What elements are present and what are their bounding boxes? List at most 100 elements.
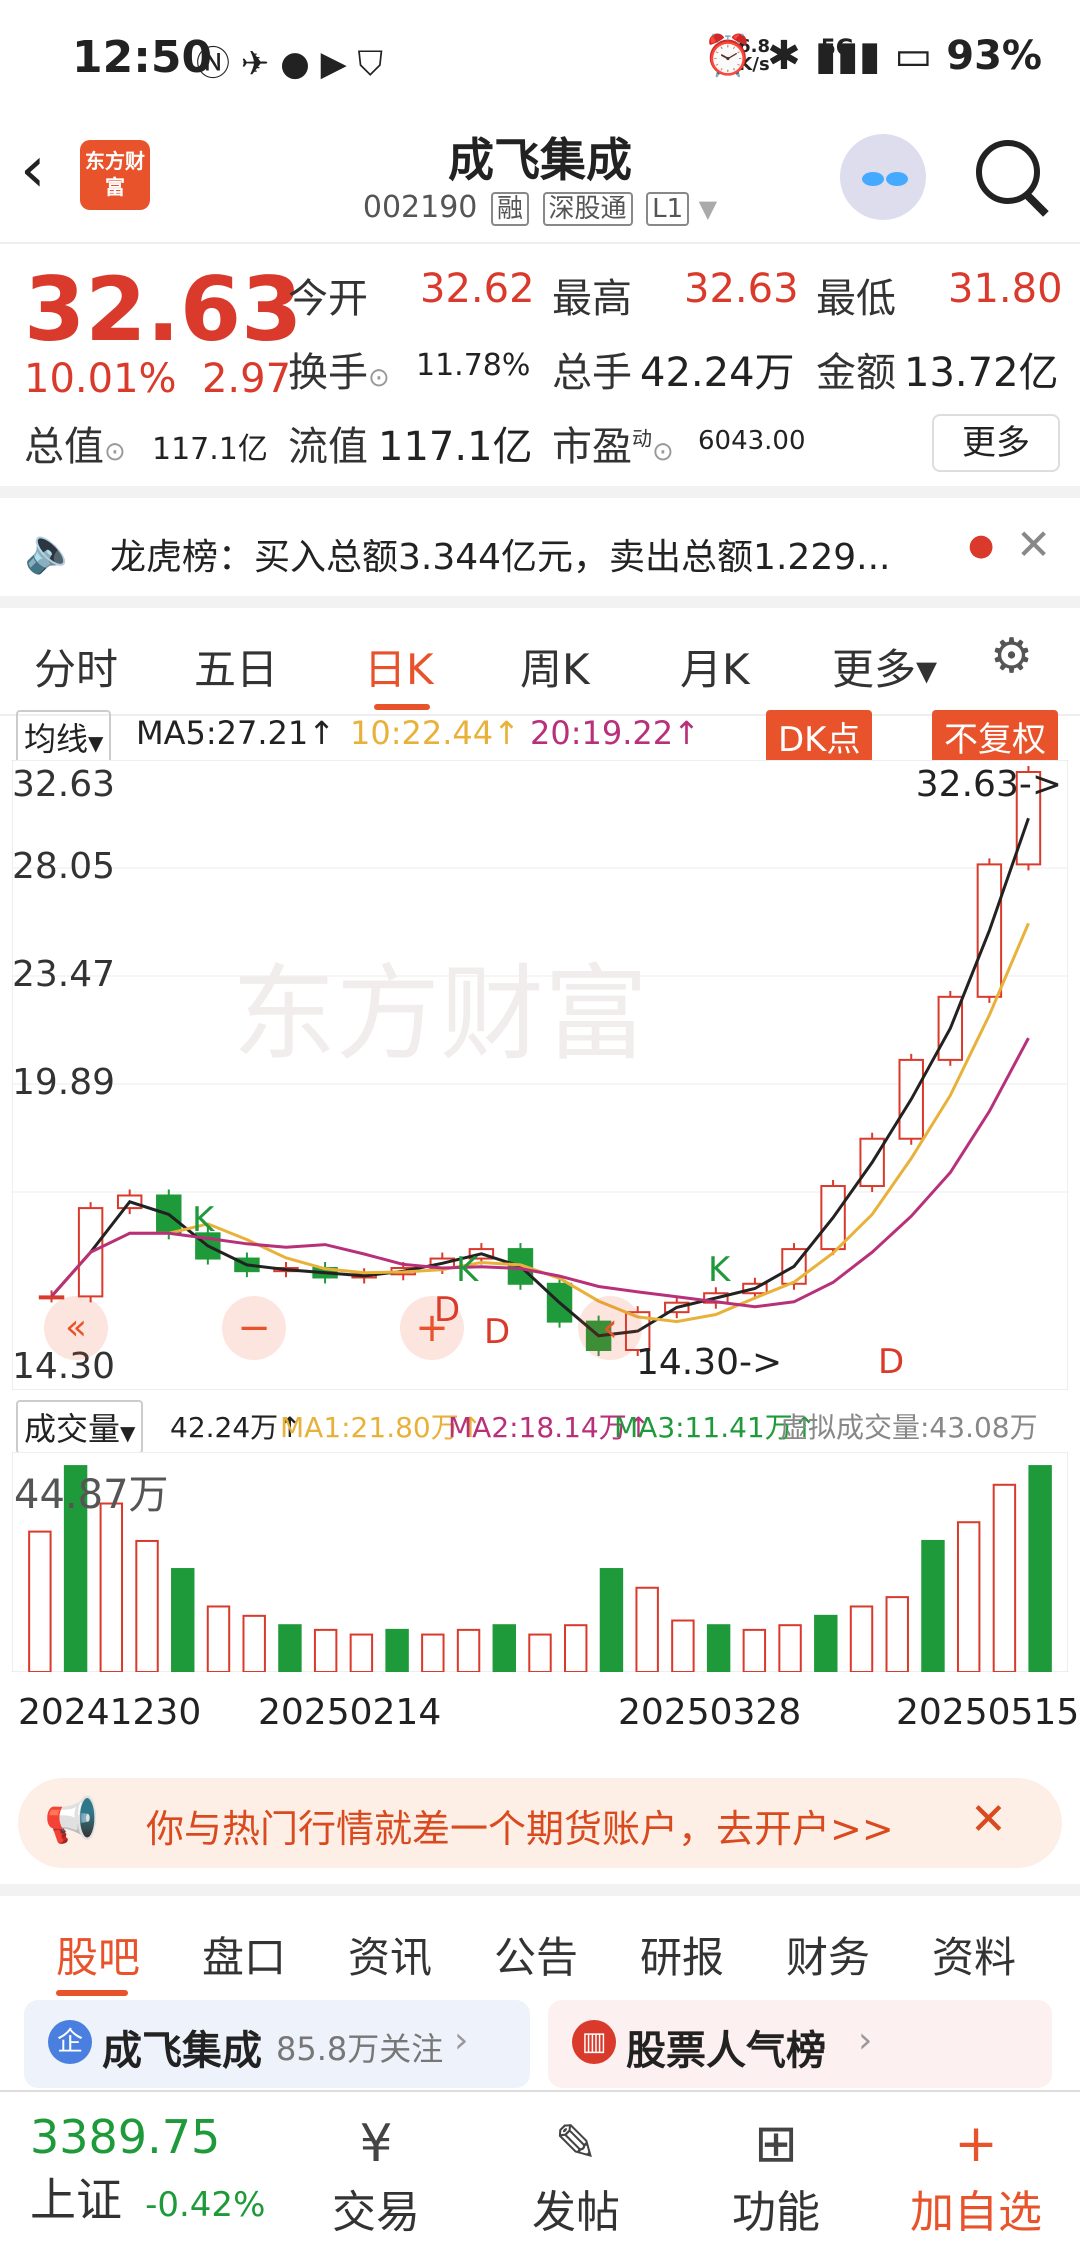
- tab-more[interactable]: 更多▾: [832, 636, 937, 697]
- index-name: 上证: [30, 2173, 122, 2227]
- amount-value: 13.72亿: [904, 350, 1059, 396]
- megaphone-icon: 📢: [44, 1795, 99, 1846]
- open-value: 32.62: [420, 266, 535, 312]
- volume-bar: [385, 1628, 409, 1673]
- volume-bar: [171, 1568, 195, 1673]
- volume-bar: [456, 1628, 481, 1673]
- nav-post[interactable]: ✎ 发帖: [496, 2112, 656, 2240]
- dk-point-button[interactable]: DK点: [766, 710, 873, 763]
- follow-count: 85.8万关注: [276, 2030, 444, 2068]
- index-change: -0.42%: [145, 2185, 266, 2225]
- scroll-left-fast-button[interactable]: «: [44, 1296, 108, 1360]
- price-change: 10.01% 2.97: [24, 356, 292, 402]
- close-icon[interactable]: ✕: [970, 1794, 1007, 1845]
- tag-connect: 深股通: [542, 192, 633, 226]
- d-marker: D: [878, 1342, 905, 1382]
- no-adjust-button[interactable]: 不复权: [932, 710, 1058, 763]
- volume-max-label: 44.87万: [14, 1472, 169, 1518]
- forum-card[interactable]: 企 成飞集成 85.8万关注 ›: [24, 2000, 530, 2088]
- scroll-left-button[interactable]: ‹: [578, 1296, 642, 1360]
- quote-panel: 32.63 10.01% 2.97 今开 32.62 最高 32.63 最低 3…: [0, 244, 1080, 484]
- tab-daily-k[interactable]: 日K: [364, 636, 434, 697]
- chart-icon: ▥: [572, 2020, 616, 2064]
- info-tabs: 股吧 盘口 资讯 公告 研报 财务 资料: [0, 1884, 1080, 2006]
- high-value: 32.63: [684, 266, 799, 312]
- volume-bar: [849, 1605, 874, 1674]
- date-label: 20250515: [896, 1692, 1080, 1733]
- tab-announcements[interactable]: 公告: [494, 1924, 578, 1985]
- volume-chart[interactable]: 44.87万: [11, 1451, 1069, 1674]
- ma-selector[interactable]: 均线▼: [16, 710, 112, 764]
- assistant-robot-icon[interactable]: [840, 134, 926, 220]
- volume-bar: [885, 1596, 909, 1673]
- tab-orderbook[interactable]: 盘口: [202, 1924, 286, 1985]
- tab-five-day[interactable]: 五日: [194, 636, 278, 697]
- chevron-down-icon: ▼: [698, 195, 718, 223]
- chevron-right-icon: ›: [858, 2020, 873, 2061]
- speaker-icon: 🔈: [24, 525, 79, 576]
- nav-trade[interactable]: ¥ 交易: [296, 2112, 456, 2240]
- more-button[interactable]: 更多: [932, 414, 1060, 472]
- watermark: 东方财富: [232, 953, 648, 1075]
- volume-svg: [11, 1451, 1069, 1674]
- low-price-tag: 14.30->: [636, 1342, 783, 1383]
- volume-bar: [706, 1624, 731, 1674]
- tab-news[interactable]: 资讯: [348, 1924, 432, 1985]
- zoom-out-button[interactable]: −: [222, 1296, 286, 1360]
- tab-finance[interactable]: 财务: [786, 1924, 870, 1985]
- tab-intraday[interactable]: 分时: [34, 636, 118, 697]
- futures-banner[interactable]: 📢 你与热门行情就差一个期货账户，去开户>> ✕: [18, 1778, 1062, 1868]
- y-label-high: 32.63: [12, 764, 116, 805]
- tag-level: L1: [646, 192, 690, 226]
- volume-bar: [206, 1605, 231, 1674]
- clock: 12:50: [72, 32, 213, 83]
- turnover-value: 11.78%: [416, 348, 531, 383]
- tab-forum[interactable]: 股吧: [56, 1924, 140, 1985]
- nav-add-watchlist[interactable]: + 加自选: [896, 2112, 1056, 2240]
- candle: [38, 1295, 65, 1300]
- low-label: 最低: [816, 276, 896, 322]
- high-price-tag: 32.63->: [915, 764, 1062, 805]
- volume-bar: [528, 1633, 552, 1673]
- close-icon[interactable]: ✕: [1016, 520, 1051, 569]
- d-marker: D: [484, 1312, 511, 1352]
- tab-monthly-k[interactable]: 月K: [680, 636, 750, 697]
- grid-icon: ⊞: [754, 2114, 798, 2174]
- zoom-in-button[interactable]: +: [400, 1296, 464, 1360]
- float-label: 流值: [288, 424, 368, 470]
- pe-label: 市盈动⊙: [552, 424, 674, 470]
- popularity-card[interactable]: ▥ 股票人气榜 ›: [548, 2000, 1052, 2088]
- open-label: 今开: [288, 276, 368, 322]
- nav-functions[interactable]: ⊞ 功能: [696, 2112, 856, 2240]
- amount-label: 金额: [816, 350, 896, 396]
- volume-bar: [564, 1624, 588, 1674]
- k-marker: K: [708, 1250, 731, 1290]
- index-widget[interactable]: 3389.75 上证 -0.42%: [30, 2110, 265, 2230]
- stock-header: ‹ 东方财富 成飞集成 002190 融 深股通 L1 ▼: [0, 118, 1080, 244]
- mcap-value: 117.1亿: [152, 432, 268, 467]
- volume-label: 总手: [552, 350, 632, 396]
- volume-bar: [349, 1633, 374, 1673]
- volume-bar: [313, 1628, 338, 1673]
- lhb-notice[interactable]: 🔈 龙虎榜：买入总额3.344亿元，卖出总额1.229... ● ✕: [0, 486, 1080, 606]
- tab-profile[interactable]: 资料: [932, 1924, 1016, 1985]
- kline-chart[interactable]: 东方财富 32.63 28.05 23.47 19.89 14.30 32.63…: [11, 759, 1069, 1391]
- forum-name: 成飞集成: [102, 2028, 262, 2074]
- gear-icon[interactable]: ⚙: [990, 632, 1038, 680]
- pe-value: 6043.00: [698, 426, 806, 456]
- yen-icon: ¥: [359, 2114, 393, 2174]
- kline-svg: 东方财富: [11, 759, 1069, 1391]
- turnover-label: 换手⊙: [288, 350, 390, 396]
- search-icon[interactable]: [976, 140, 1040, 204]
- tab-weekly-k[interactable]: 周K: [520, 636, 590, 697]
- ma-legend-row: 均线▼ MA5:27.21↑ 10:22.44↑ 20:19.22↑ DK点 不…: [0, 704, 1080, 764]
- volume-bar: [28, 1530, 52, 1673]
- volume-bar: [421, 1633, 445, 1673]
- tab-research[interactable]: 研报: [640, 1924, 724, 1985]
- volume-selector[interactable]: 成交量▼: [16, 1400, 144, 1454]
- notification-icons: Ⓝ ✈ ● ▶ ⛉: [196, 44, 384, 84]
- mcap-label: 总值⊙: [24, 424, 126, 470]
- date-label: 20250214: [258, 1692, 442, 1733]
- unread-dot: ●: [968, 528, 995, 563]
- popularity-title: 股票人气榜: [626, 2028, 826, 2074]
